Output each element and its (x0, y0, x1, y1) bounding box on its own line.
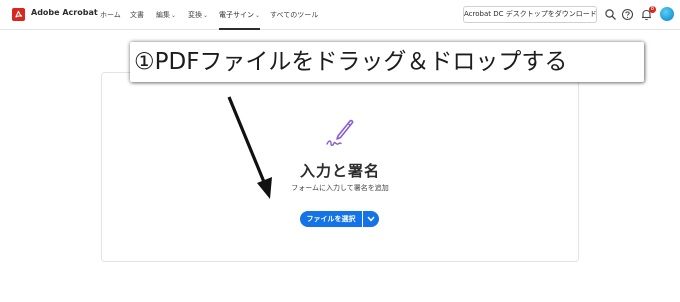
chevron-down-icon: ⌄ (171, 12, 177, 19)
download-desktop-button[interactable]: Acrobat DC デスクトップをダウンロード (463, 6, 597, 23)
tool-title: 入力と署名 (299, 162, 380, 180)
nav-item-all-tools[interactable]: すべてのツール (270, 0, 318, 30)
chevron-down-icon: ⌄ (255, 12, 261, 19)
chevron-down-icon (367, 216, 375, 222)
nav-item-edit[interactable]: 編集⌄ (156, 0, 176, 30)
app-name[interactable]: Adobe Acrobat (31, 8, 98, 17)
instruction-annotation: ①PDFファイルをドラッグ＆ドロップする (130, 42, 644, 82)
search-icon[interactable] (604, 8, 617, 21)
user-avatar[interactable] (660, 7, 674, 21)
chevron-down-icon: ⌄ (203, 12, 209, 19)
nav-item-esign[interactable]: 電子サイン⌄ (219, 0, 261, 30)
select-file-button[interactable]: ファイルを選択 (300, 211, 362, 227)
notification-badge: 8 (649, 6, 656, 13)
select-file-dropdown-button[interactable] (363, 211, 379, 227)
fill-and-sign-icon (326, 119, 354, 147)
nav-item-home[interactable]: ホーム (100, 0, 121, 30)
nav-item-convert[interactable]: 変換⌄ (188, 0, 208, 30)
acrobat-logo-icon[interactable] (12, 8, 25, 21)
nav-item-documents[interactable]: 文書 (130, 0, 144, 30)
help-icon[interactable] (621, 8, 634, 21)
top-navigation-bar: Adobe Acrobat ホーム 文書 編集⌄ 変換⌄ 電子サイン⌄ すべての… (0, 0, 680, 30)
tool-description: フォームに入力して署名を追加 (291, 184, 389, 192)
